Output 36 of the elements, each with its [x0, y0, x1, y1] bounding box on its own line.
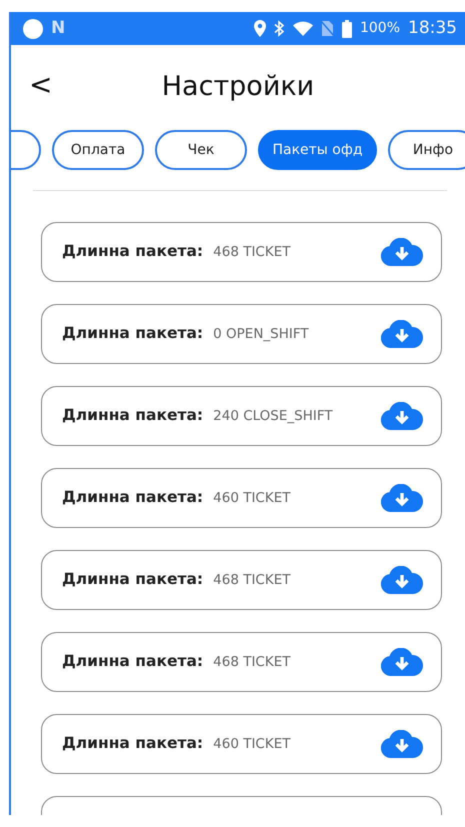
packet-label: Длинна пакета:: [62, 569, 204, 590]
packet-value: 460 TICKET: [213, 734, 290, 754]
no-sim-icon: [320, 20, 334, 37]
tab[interactable]: Оплата: [52, 130, 144, 170]
clock-time: 18:35: [408, 16, 457, 40]
packet-value: 0 OPEN_SHIFT: [213, 324, 309, 344]
cloud-download-icon[interactable]: [381, 648, 423, 676]
packet-label: Длинна пакета:: [62, 323, 204, 344]
cloud-download-icon[interactable]: [381, 566, 423, 594]
screen-title: Настройки: [162, 70, 314, 104]
battery-percent: 100%: [360, 19, 400, 38]
tab[interactable]: Инфо: [388, 130, 465, 170]
packet-label: Длинна пакета:: [62, 651, 204, 672]
tab[interactable]: Пакеты офд: [258, 130, 377, 170]
packet-label: Длинна пакета:: [62, 487, 204, 508]
notification-icon: N: [51, 16, 66, 42]
packet-value: 468 TICKET: [213, 652, 290, 672]
cloud-download-icon[interactable]: [381, 320, 423, 348]
cloud-download-icon[interactable]: [381, 238, 423, 266]
wifi-icon: [292, 21, 313, 36]
cloud-download-icon[interactable]: [381, 402, 423, 430]
back-button[interactable]: <: [29, 71, 52, 99]
packet-value: 460 TICKET: [213, 488, 290, 508]
packet-label: Длинна пакета:: [62, 405, 204, 426]
bluetooth-icon: [274, 20, 285, 37]
packet-label: Длинна пакета:: [62, 241, 204, 262]
packet-label: Длинна пакета:: [62, 733, 204, 754]
tab[interactable]: Чек: [155, 130, 247, 170]
packet-value: 468 TICKET: [213, 242, 290, 262]
location-icon: [254, 20, 266, 37]
cloud-download-icon[interactable]: [381, 484, 423, 512]
battery-icon: [342, 20, 352, 38]
packet-value: 468 TICKET: [213, 570, 290, 590]
packet-value: 240 CLOSE_SHIFT: [213, 406, 333, 426]
circle-icon: [23, 18, 43, 38]
cloud-download-icon[interactable]: [381, 730, 423, 758]
